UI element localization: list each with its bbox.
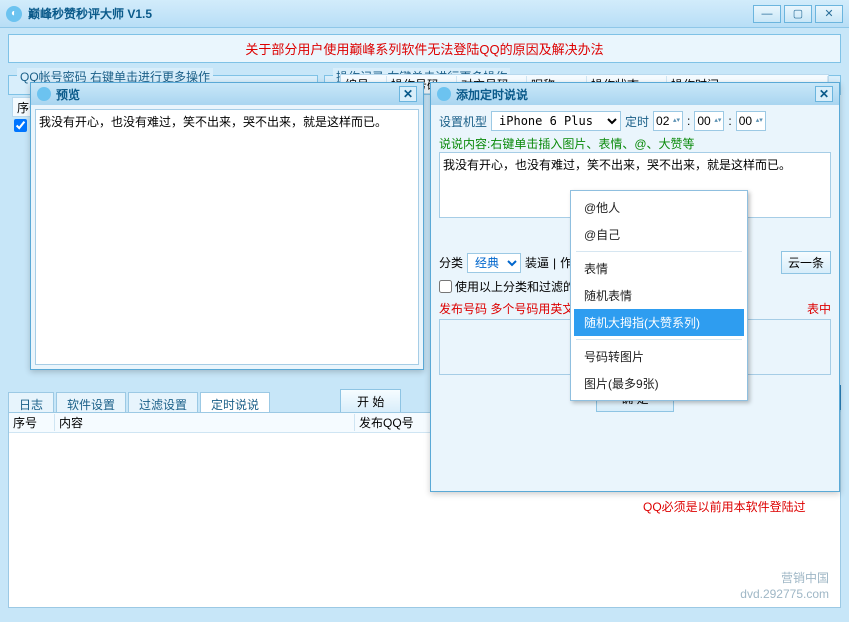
close-button[interactable]: ✕	[815, 5, 843, 23]
add-titlebar[interactable]: 添加定时说说 ✕	[431, 83, 839, 105]
watermark-l2: dvd.292775.com	[740, 586, 829, 602]
use-filter-checkbox[interactable]	[439, 280, 452, 293]
menu-images[interactable]: 图片(最多9张)	[574, 370, 744, 397]
preview-textarea[interactable]: 我没有开心，也没有难过，笑不出来，哭不出来，就是这样而已。	[35, 109, 419, 365]
device-select[interactable]: iPhone 6 Plus	[491, 111, 621, 131]
publish-label: 发布号码 多个号码用英文	[439, 302, 574, 316]
menu-sep-2	[576, 339, 742, 340]
second-spinner[interactable]: 00▴▾	[736, 111, 766, 131]
menu-emoji[interactable]: 表情	[574, 255, 744, 282]
timer-label: 定时	[625, 113, 649, 130]
preview-title: 预览	[56, 86, 80, 103]
add-close-button[interactable]: ✕	[815, 86, 833, 102]
maximize-button[interactable]: ▢	[784, 5, 812, 23]
use-filter-checkbox-row[interactable]: 使用以上分类和过滤的	[439, 278, 575, 295]
minimize-button[interactable]: —	[753, 5, 781, 23]
category-select[interactable]: 经典	[467, 253, 521, 273]
notice-banner[interactable]: 关于部分用户使用巅峰系列软件无法登陆QQ的原因及解决办法	[8, 34, 841, 63]
preview-titlebar[interactable]: 预览 ✕	[31, 83, 423, 105]
menu-sep-1	[576, 251, 742, 252]
content-hint: 说说内容:右键单击插入图片、表情、@、大赞等	[439, 135, 831, 152]
watermark-l1: 营销中国	[740, 570, 829, 586]
window-titlebar: ◐ 巅峰秒赞秒评大师 V1.5 — ▢ ✕	[0, 0, 849, 28]
cloud-one-button[interactable]: 云一条	[781, 251, 831, 274]
minute-spinner[interactable]: 00▴▾	[694, 111, 724, 131]
bh-content: 内容	[55, 414, 355, 431]
menu-at-self[interactable]: @自己	[574, 221, 744, 248]
preview-window: 预览 ✕ 我没有开心，也没有难过，笑不出来，哭不出来，就是这样而已。	[30, 82, 424, 370]
add-title: 添加定时说说	[456, 86, 528, 103]
menu-at-others[interactable]: @他人	[574, 194, 744, 221]
filter-1[interactable]: 装逼	[525, 254, 549, 271]
preview-logo-icon	[37, 87, 51, 101]
menu-random-thumb[interactable]: 随机大拇指(大赞系列)	[574, 309, 744, 336]
start-button[interactable]: 开 始	[340, 389, 401, 414]
category-label: 分类	[439, 254, 463, 271]
insert-context-menu: @他人 @自己 表情 随机表情 随机大拇指(大赞系列) 号码转图片 图片(最多9…	[570, 190, 748, 401]
hour-spinner[interactable]: 02▴▾	[653, 111, 683, 131]
notice-l3: QQ必须是以前用本软件登陆过	[643, 496, 833, 518]
use-filter-label: 使用以上分类和过滤的	[455, 278, 575, 295]
menu-random-emoji[interactable]: 随机表情	[574, 282, 744, 309]
watermark: 营销中国 dvd.292775.com	[740, 570, 829, 602]
app-logo-icon: ◐	[6, 6, 22, 22]
bh-seq: 序号	[9, 414, 55, 431]
menu-num-to-pic[interactable]: 号码转图片	[574, 343, 744, 370]
add-logo-icon	[437, 87, 451, 101]
window-title: 巅峰秒赞秒评大师 V1.5	[28, 5, 152, 22]
preview-close-button[interactable]: ✕	[399, 86, 417, 102]
device-label: 设置机型	[439, 113, 487, 130]
account-checkbox[interactable]	[14, 119, 27, 132]
publish-tail: 表中	[807, 300, 831, 317]
